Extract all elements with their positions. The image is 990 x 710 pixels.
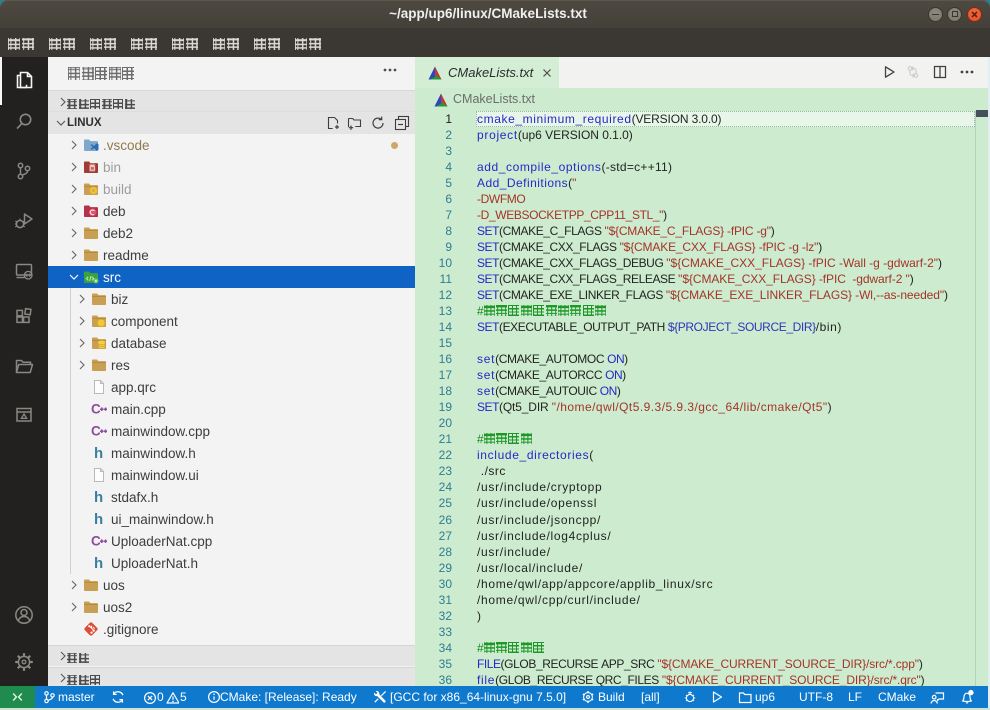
svg-text:h: h	[94, 555, 103, 571]
svg-text:h: h	[94, 489, 103, 505]
svg-text:C: C	[91, 402, 101, 417]
svg-text:C: C	[91, 534, 101, 549]
svg-text:C: C	[91, 424, 101, 439]
svg-text:h: h	[94, 511, 103, 527]
svg-text:h: h	[94, 445, 103, 461]
